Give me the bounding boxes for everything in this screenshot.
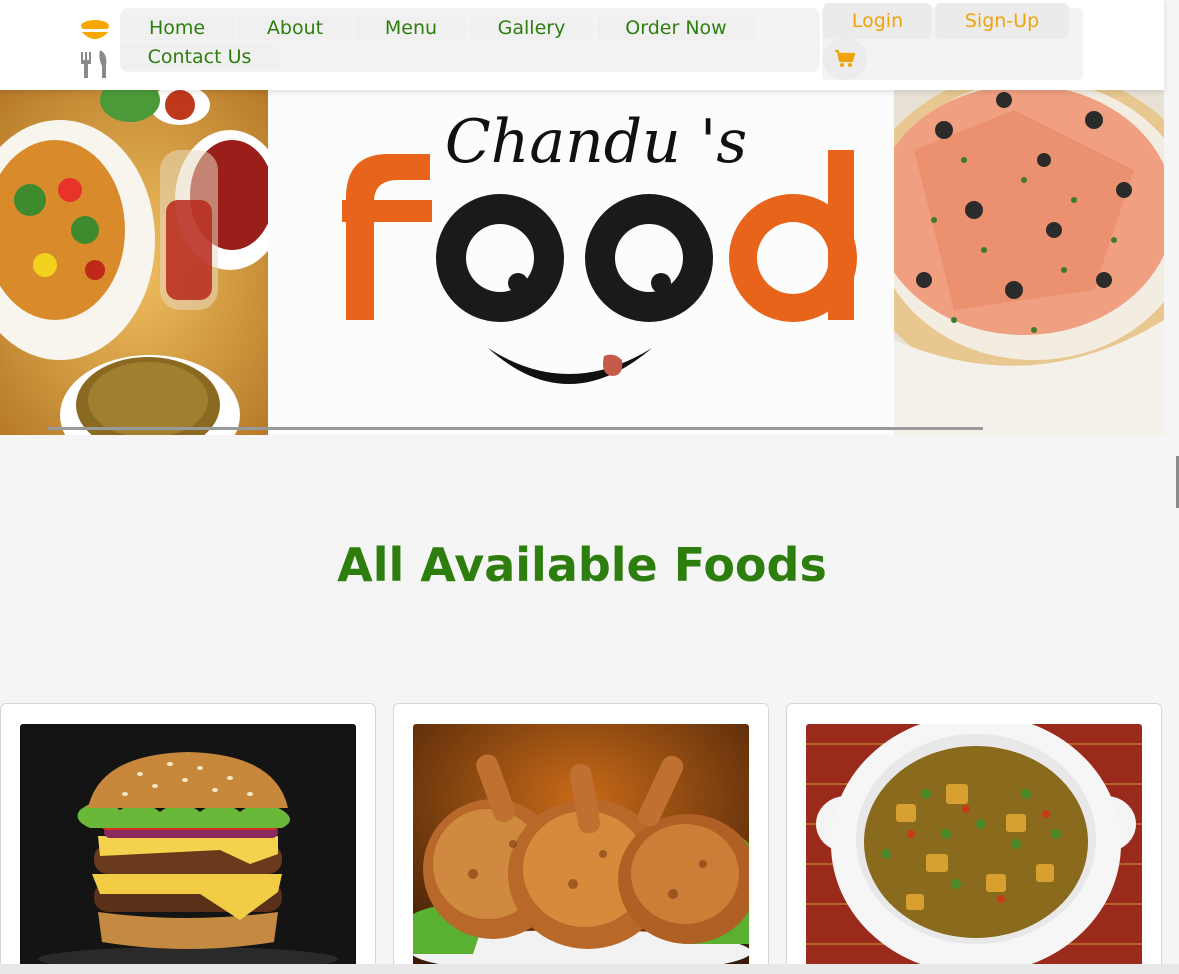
hero-brand-slide: Chandu 's food <box>268 90 894 435</box>
cart-button[interactable] <box>823 38 867 80</box>
nav-link-order-now[interactable]: Order Now <box>597 15 755 41</box>
signup-button[interactable]: Sign-Up <box>935 3 1069 39</box>
chandus-food-logo: Chandu 's food <box>268 90 857 384</box>
restaurant-logo-icon[interactable] <box>78 18 112 80</box>
hero-carousel[interactable]: Chandu 's food <box>0 90 1164 435</box>
carousel-indicator[interactable] <box>48 427 983 430</box>
shopping-cart-icon <box>835 49 856 67</box>
nav-link-gallery[interactable]: Gallery <box>470 15 593 41</box>
horizontal-scrollbar[interactable] <box>0 964 1179 974</box>
navbar: Home About Menu Gallery Order Now Contac… <box>0 0 1164 90</box>
food-card[interactable] <box>786 703 1162 974</box>
section-title: All Available Foods <box>337 538 827 592</box>
food-image-burger <box>20 724 356 969</box>
brand-word-text: food <box>268 90 271 91</box>
nav-link-contact-us[interactable]: Contact Us <box>120 44 279 70</box>
nav-link-home[interactable]: Home <box>120 15 234 41</box>
login-button[interactable]: Login <box>823 3 932 39</box>
hero-image-pizza <box>894 90 1164 435</box>
brand-script-text: Chandu 's <box>445 107 747 177</box>
hero-image-thali <box>0 90 268 435</box>
nav-link-about[interactable]: About <box>237 15 353 41</box>
nav-link-menu[interactable]: Menu <box>356 15 466 41</box>
food-image-roasted-chicken <box>413 724 749 969</box>
food-image-vegetable-curry <box>806 724 1142 969</box>
food-card[interactable] <box>393 703 769 974</box>
food-card[interactable] <box>0 703 376 974</box>
